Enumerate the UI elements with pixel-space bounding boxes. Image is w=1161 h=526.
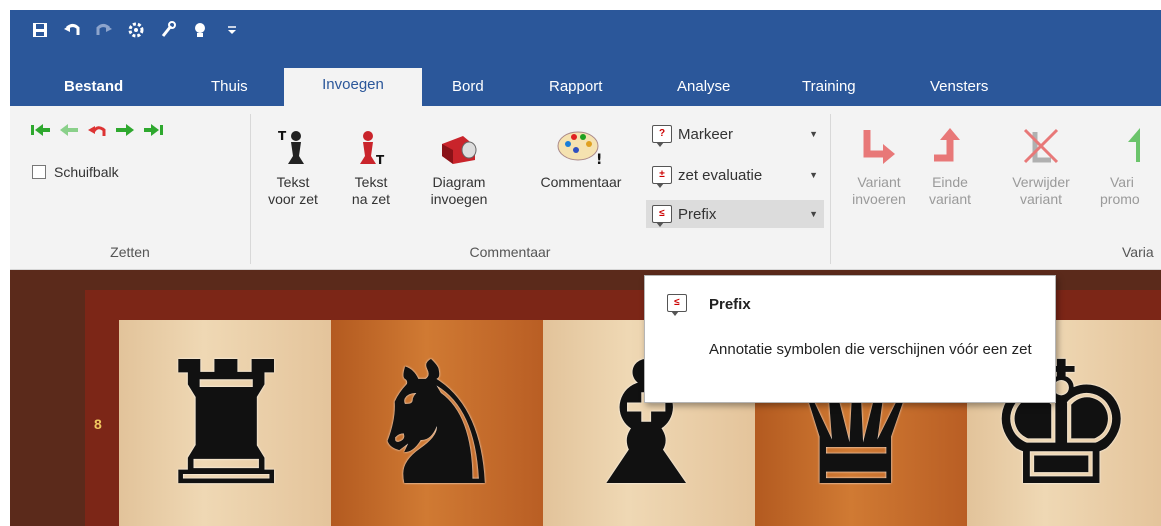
engine-icon[interactable] [126, 20, 146, 40]
move-navigation [30, 122, 164, 138]
tooltip-description: Annotatie symbolen die verschijnen vóór … [709, 341, 1032, 358]
pawn-text-before-icon: T [268, 126, 318, 166]
einde-variant-button[interactable]: Einde variant [920, 126, 980, 208]
tab-bord[interactable]: Bord [438, 74, 498, 106]
variant-end-icon [920, 126, 980, 166]
redo-icon[interactable] [94, 20, 114, 40]
verwijder-variant-button[interactable]: Verwijder variant [1006, 126, 1076, 208]
button-label-line2: na zet [351, 191, 391, 207]
prefix-label: Prefix [678, 205, 717, 223]
svg-text:T: T [278, 129, 287, 143]
tab-training[interactable]: Training [788, 74, 870, 106]
diagram-invoegen-button[interactable]: Diagram invoegen [426, 126, 492, 208]
rank-label: 8 [94, 416, 102, 432]
tools-icon[interactable] [158, 20, 178, 40]
button-label-line1: Tekst [276, 174, 310, 190]
prefix-icon: ≤ [652, 205, 672, 227]
black-knight-piece[interactable]: ♞ [360, 340, 512, 510]
quick-access-toolbar [10, 10, 1161, 60]
tab-invoegen[interactable]: Invoegen [284, 68, 422, 106]
button-label-line1: Einde [932, 174, 968, 190]
save-icon[interactable] [30, 20, 50, 40]
group-label-varianten: Varia [1122, 244, 1154, 260]
lightbulb-icon[interactable] [190, 20, 210, 40]
variant-promoveren-button[interactable]: Vari promo [1100, 126, 1161, 208]
chevron-down-icon[interactable]: ▼ [809, 129, 818, 139]
button-label-line2: voor zet [268, 191, 318, 207]
button-label-line2: promo [1100, 191, 1140, 207]
evaluation-icon: ± [652, 166, 672, 188]
tab-vensters[interactable]: Vensters [916, 74, 1002, 106]
undo-icon[interactable] [62, 20, 82, 40]
markeer-label: Markeer [678, 125, 734, 143]
tab-rapport[interactable]: Rapport [535, 74, 616, 106]
tab-thuis[interactable]: Thuis [197, 74, 262, 106]
prefix-button[interactable]: ≤ Prefix ▼ [646, 200, 824, 228]
chevron-down-icon[interactable]: ▼ [809, 209, 818, 219]
button-label-line1: Variant [857, 174, 901, 190]
pawn-text-after-icon: T [346, 126, 396, 166]
button-label-line1: Vari [1110, 174, 1134, 190]
variant-delete-icon [1006, 126, 1076, 166]
black-rook-piece[interactable]: ♜ [150, 340, 302, 510]
group-separator [250, 114, 251, 264]
button-label-line1: Commentaar [540, 174, 622, 190]
commentaar-button[interactable]: ! Commentaar [526, 126, 636, 191]
zet-evaluatie-label: zet evaluatie [678, 166, 763, 184]
checkbox-label: Schuifbalk [54, 164, 119, 180]
button-label-line2: invoegen [430, 191, 488, 207]
tab-analyse[interactable]: Analyse [663, 74, 744, 106]
previous-move-icon[interactable] [58, 122, 80, 138]
button-label-line2: invoeren [852, 191, 906, 207]
ribbon-panel: Schuifbalk Zetten T Tekst voor zet T Tek… [10, 106, 1161, 270]
prefix-icon: ≤ [667, 294, 687, 316]
markeer-icon: ? [652, 125, 672, 147]
next-move-icon[interactable] [114, 122, 136, 138]
svg-text:T: T [376, 153, 385, 166]
button-label-line1: Verwijder [1012, 174, 1070, 190]
palette-icon: ! [526, 126, 636, 166]
button-label-line1: Tekst [354, 174, 388, 190]
tooltip-title: Prefix [709, 296, 751, 313]
variant-invoeren-button[interactable]: Variant invoeren [844, 126, 914, 208]
diagram-icon [426, 126, 492, 166]
variant-enter-icon [844, 126, 914, 166]
group-label-commentaar: Commentaar [469, 244, 551, 260]
button-label-line1: Diagram [432, 174, 486, 190]
button-label-line2: variant [928, 191, 972, 207]
button-label-line2: variant [1019, 191, 1063, 207]
group-separator [830, 114, 831, 264]
chevron-down-icon[interactable]: ▼ [809, 170, 818, 180]
ribbon-tab-bar: Bestand Thuis Invoegen Bord Rapport Anal… [10, 60, 1161, 106]
last-move-icon[interactable] [142, 122, 164, 138]
take-back-icon[interactable] [86, 122, 108, 138]
customize-dropdown-icon[interactable] [222, 20, 242, 40]
tekst-voor-zet-button[interactable]: T Tekst voor zet [268, 126, 318, 208]
svg-text:!: ! [596, 152, 602, 166]
markeer-button[interactable]: ? Markeer ▼ [646, 120, 824, 148]
tekst-na-zet-button[interactable]: T Tekst na zet [346, 126, 396, 208]
first-move-icon[interactable] [30, 122, 52, 138]
group-label-zetten: Zetten [110, 244, 150, 260]
schuifbalk-checkbox[interactable]: Schuifbalk [32, 164, 119, 180]
variant-promote-icon [1100, 126, 1161, 166]
prefix-tooltip: ≤ Prefix Annotatie symbolen die verschij… [644, 275, 1056, 403]
tab-bestand[interactable]: Bestand [50, 74, 137, 106]
checkbox-box[interactable] [32, 165, 46, 179]
zet-evaluatie-button[interactable]: ± zet evaluatie ▼ [646, 161, 824, 189]
